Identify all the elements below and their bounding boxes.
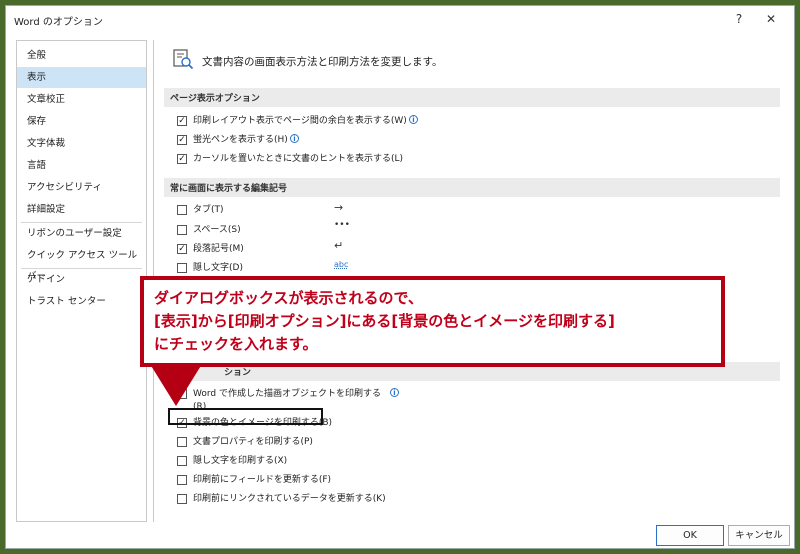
close-button[interactable]: ✕ [758, 9, 784, 29]
checkbox-checked[interactable]: ✓ [177, 154, 187, 164]
checkbox-unchecked[interactable] [177, 205, 187, 215]
sidebar-item-language[interactable]: 言語 [17, 155, 146, 176]
section-page-display-options: ページ表示オプション [164, 88, 780, 107]
checkbox-unchecked[interactable] [177, 437, 187, 447]
info-icon[interactable]: i [290, 134, 299, 143]
sidebar-item-addins[interactable]: アドイン [17, 269, 146, 290]
sidebar-item-quick-access-toolbar[interactable]: クイック アクセス ツール バー [17, 245, 146, 282]
sidebar-item-general[interactable]: 全般 [17, 45, 146, 66]
checkbox-unchecked[interactable] [177, 263, 187, 273]
checkbox-unchecked[interactable] [177, 456, 187, 466]
option-label: 段落記号(M) [193, 244, 244, 254]
sidebar-item-proofing[interactable]: 文章校正 [17, 89, 146, 110]
sidebar-item-trust-center[interactable]: トラスト センター [17, 291, 146, 312]
title-bar: Word のオプション ? ✕ [6, 6, 794, 32]
callout-line-2: [表示]から[印刷オプション]にある[背景の色とイメージを印刷する] [154, 312, 615, 330]
tab-mark-symbol: → [334, 201, 344, 214]
display-options-icon [173, 49, 194, 70]
callout-line-1: ダイアログボックスが表示されるので、 [154, 289, 423, 307]
option-label: 隠し文字(D) [193, 263, 243, 273]
sidebar-item-accessibility[interactable]: アクセシビリティ [17, 177, 146, 198]
section-title: ページ表示オプション [170, 94, 260, 104]
option-label: カーソルを置いたときに文書のヒントを表示する(L) [193, 154, 404, 164]
space-mark-symbol: ••• [334, 220, 350, 230]
sidebar-item-typography[interactable]: 文字体裁 [17, 133, 146, 154]
window-title: Word のオプション [14, 17, 103, 28]
checkbox-unchecked[interactable] [177, 494, 187, 504]
option-label: 印刷レイアウト表示でページ間の余白を表示する(W) [193, 116, 407, 126]
option-label: 印刷前にフィールドを更新する(F) [193, 475, 332, 485]
section-title: 常に画面に表示する編集記号 [170, 184, 288, 194]
checkbox-unchecked[interactable] [177, 225, 187, 235]
option-label: 印刷前にリンクされているデータを更新する(K) [193, 494, 386, 504]
option-label: スペース(S) [193, 225, 241, 235]
option-label: 隠し文字を印刷する(X) [193, 456, 288, 466]
checkbox-checked[interactable]: ✓ [177, 244, 187, 254]
option-label: タブ(T) [193, 205, 224, 215]
page-description: 文書内容の画面表示方法と印刷方法を変更します。 [202, 56, 443, 68]
print-background-highlight [168, 408, 323, 425]
instruction-callout: ダイアログボックスが表示されるので、 [表示]から[印刷オプション]にある[背景… [140, 276, 725, 367]
help-button[interactable]: ? [726, 9, 752, 29]
paragraph-mark-symbol: ↵ [334, 239, 344, 252]
cancel-button[interactable]: キャンセル [728, 525, 790, 546]
checkbox-unchecked[interactable] [177, 475, 187, 485]
sidebar: 全般 表示 文章校正 保存 文字体裁 言語 アクセシビリティ 詳細設定 リボンの… [16, 40, 147, 522]
section-formatting-marks: 常に画面に表示する編集記号 [164, 178, 780, 197]
option-label: 文書プロパティを印刷する(P) [193, 437, 313, 447]
hidden-text-symbol: abc [334, 260, 349, 269]
option-label: Word で作成した描画オブジェクトを印刷する [193, 389, 381, 399]
checkbox-checked[interactable]: ✓ [177, 135, 187, 145]
checkbox-checked[interactable]: ✓ [177, 116, 187, 126]
sidebar-item-customize-ribbon[interactable]: リボンのユーザー設定 [17, 223, 146, 244]
sidebar-item-save[interactable]: 保存 [17, 111, 146, 132]
sidebar-item-advanced[interactable]: 詳細設定 [17, 199, 146, 220]
sidebar-item-display[interactable]: 表示 [17, 67, 146, 88]
callout-pointer-arrow [150, 364, 202, 406]
option-label: 蛍光ペンを表示する(H) [193, 135, 288, 145]
info-icon[interactable]: i [390, 388, 399, 397]
callout-line-3: にチェックを入れます。 [154, 335, 318, 353]
ok-button[interactable]: OK [656, 525, 724, 546]
info-icon[interactable]: i [409, 115, 418, 124]
